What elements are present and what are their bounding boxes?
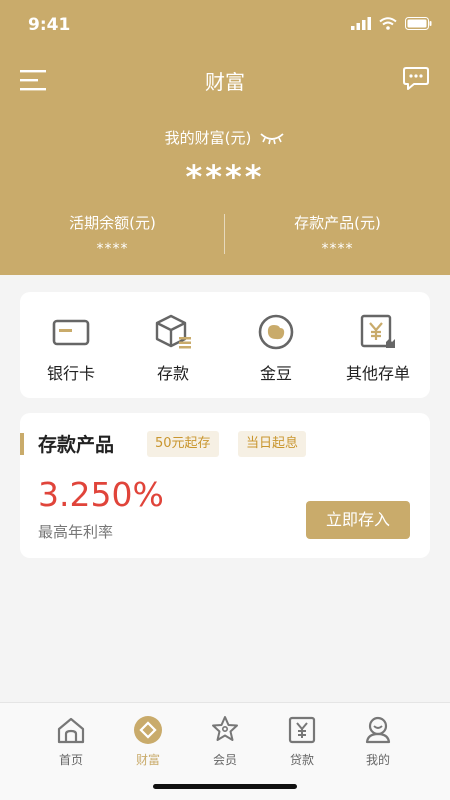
home-indicator <box>153 784 297 789</box>
gold-bean-icon <box>258 314 294 350</box>
bank-card-icon <box>52 319 90 346</box>
deposit-now-button[interactable]: 立即存入 <box>306 501 410 539</box>
status-icons <box>351 17 432 30</box>
tab-wealth[interactable]: 财富 <box>110 715 186 775</box>
tab-label: 财富 <box>135 753 160 767</box>
wealth-value: **** <box>185 158 265 196</box>
quick-action-label: 银行卡 <box>46 364 95 383</box>
interest-rate-label: 最高年利率 <box>38 523 114 541</box>
eye-closed-icon[interactable] <box>259 131 285 145</box>
wealth-header: 9:41 财富 我的财富(元) **** 活期余额(元) **** 存款产品(元… <box>0 0 450 275</box>
deposit-products-value: **** <box>321 241 354 257</box>
tab-label: 会员 <box>212 753 237 767</box>
tab-loan[interactable]: 贷款 <box>264 715 340 775</box>
quick-action-bank-card[interactable]: 银行卡 <box>20 292 122 398</box>
section-accent-bar <box>20 433 24 455</box>
profile-icon <box>365 716 391 744</box>
tab-member[interactable]: 会员 <box>187 715 263 775</box>
product-tag-same-day-interest: 当日起息 <box>238 431 307 457</box>
status-bar: 9:41 <box>0 0 450 52</box>
deposit-products-label: 存款产品(元) <box>294 214 381 232</box>
wealth-label-row: 我的财富(元) <box>0 127 450 148</box>
tab-label: 贷款 <box>289 753 314 767</box>
product-title: 存款产品 <box>38 434 115 456</box>
battery-icon <box>405 17 432 30</box>
page-title: 财富 <box>205 70 245 94</box>
quick-action-label: 其他存单 <box>345 364 410 383</box>
status-time: 9:41 <box>28 15 71 35</box>
wealth-label: 我的财富(元) <box>164 129 252 147</box>
navigation-bar: 财富 <box>0 56 450 104</box>
product-tag-min-deposit: 50元起存 <box>147 431 219 457</box>
interest-rate: 3.250% <box>38 475 164 514</box>
tab-home[interactable]: 首页 <box>33 715 109 775</box>
loan-icon <box>288 716 316 744</box>
message-icon[interactable] <box>402 64 430 92</box>
tab-profile[interactable]: 我的 <box>340 715 416 775</box>
current-balance-value: **** <box>96 241 129 257</box>
quick-action-gold-bean[interactable]: 金豆 <box>225 292 327 398</box>
wifi-icon <box>379 17 397 30</box>
signal-icon <box>351 17 371 30</box>
tab-label: 我的 <box>365 753 390 767</box>
member-icon <box>212 716 238 741</box>
quick-action-deposit[interactable]: 存款 <box>122 292 224 398</box>
current-balance[interactable]: 活期余额(元) **** <box>0 212 225 257</box>
tab-label: 首页 <box>58 753 83 767</box>
quick-action-other-certificates[interactable]: 其他存单 <box>327 292 429 398</box>
deposit-products-balance[interactable]: 存款产品(元) **** <box>225 212 450 257</box>
deposit-box-icon <box>155 314 191 349</box>
quick-action-label: 存款 <box>156 364 189 383</box>
home-icon <box>57 717 85 744</box>
deposit-product-card[interactable]: 存款产品 50元起存 当日起息 3.250% 最高年利率 立即存入 <box>20 413 430 558</box>
current-balance-label: 活期余额(元) <box>69 214 156 232</box>
certificate-icon <box>360 314 395 348</box>
wealth-icon <box>134 716 162 744</box>
quick-action-label: 金豆 <box>259 364 292 383</box>
quick-actions-card: 银行卡 存款 金豆 其他存单 <box>20 292 430 398</box>
